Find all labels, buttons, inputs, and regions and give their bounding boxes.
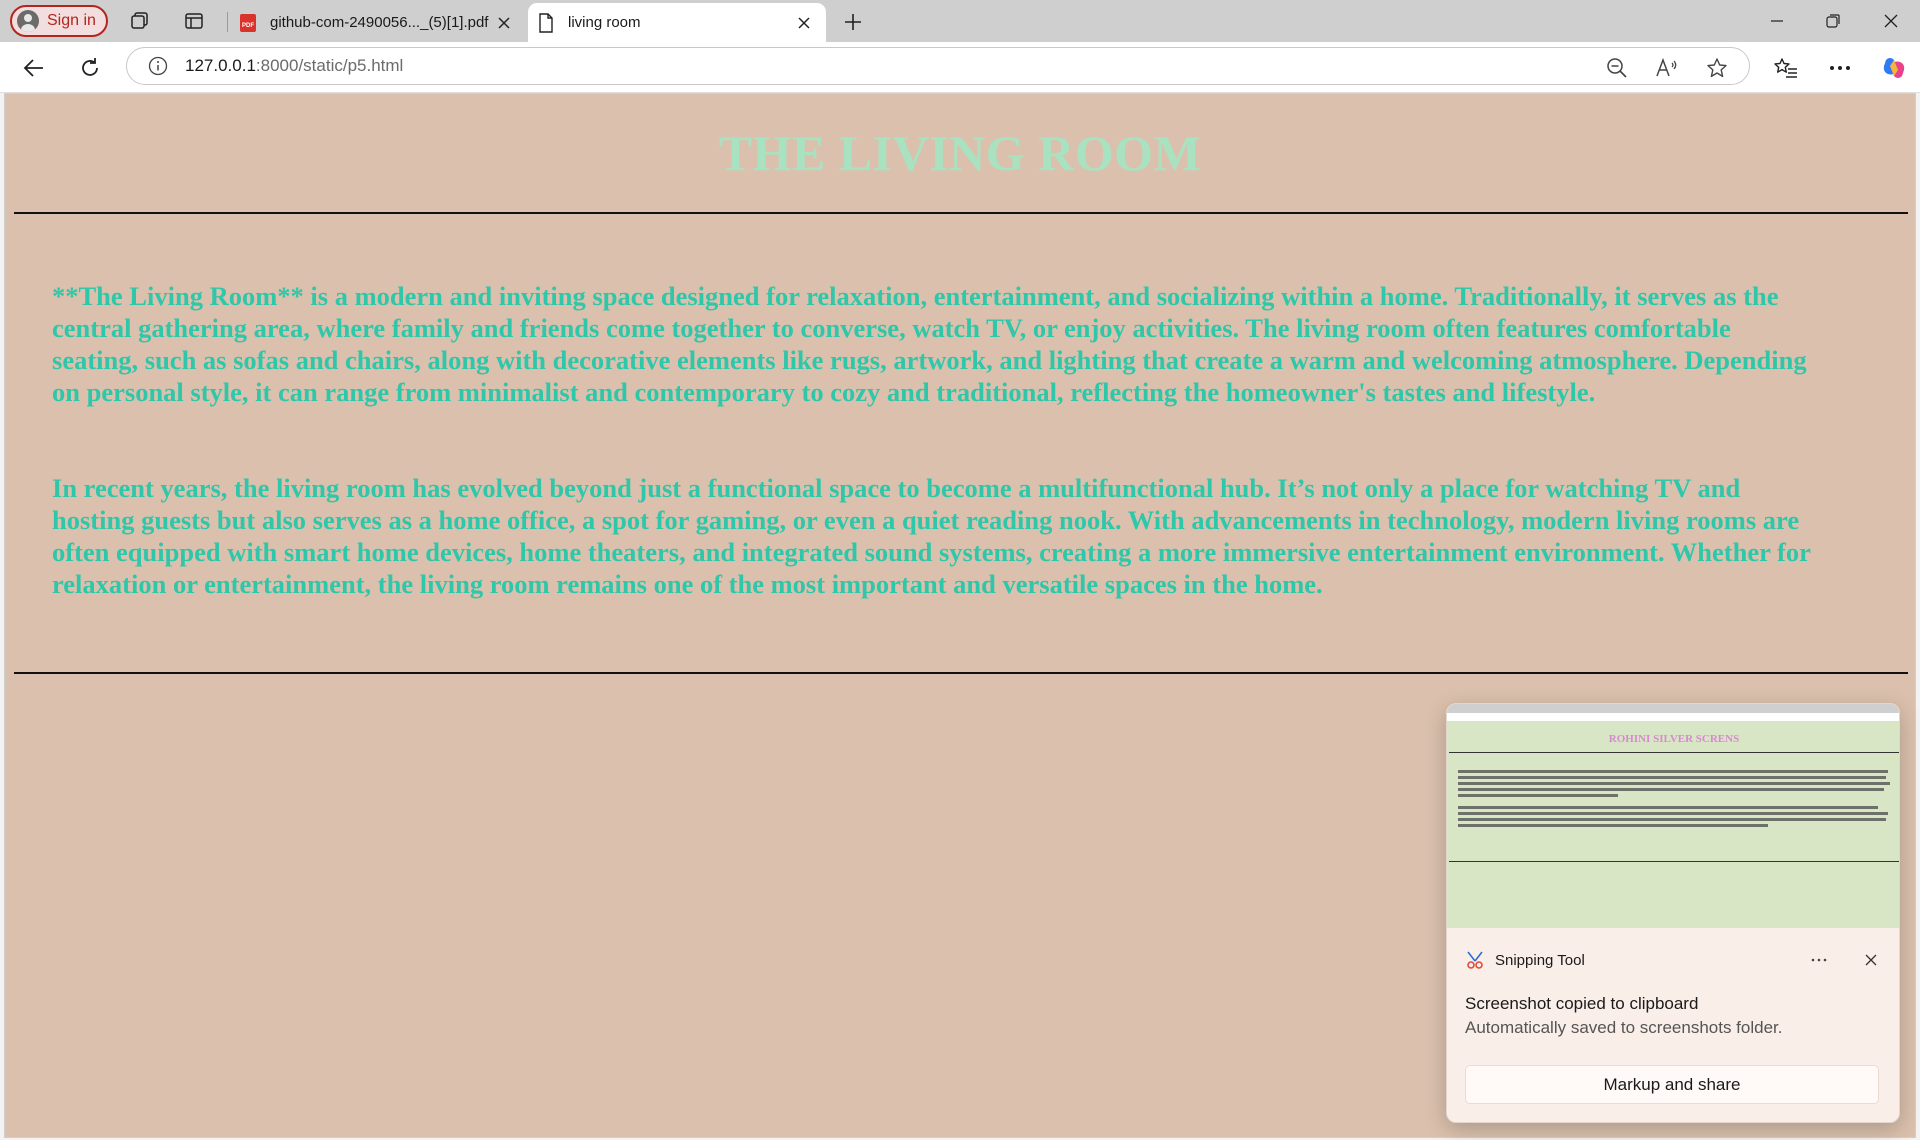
markup-and-share-button[interactable]: Markup and share [1465, 1065, 1879, 1104]
svg-text:PDF: PDF [242, 23, 254, 29]
preview-text-line [1458, 782, 1890, 785]
intro-paragraph: **The Living Room** is a modern and invi… [52, 281, 1807, 407]
toast-close-icon[interactable] [1857, 946, 1885, 974]
tab-living-room[interactable]: living room [528, 3, 826, 42]
url-text: 127.0.0.1:8000/static/p5.html [185, 56, 403, 76]
snipping-tool-notification[interactable]: ROHINI SILVER SCRENS Snipping Tool Scree… [1446, 703, 1900, 1123]
preview-heading: ROHINI SILVER SCRENS [1608, 733, 1740, 745]
tab-title: github-com-2490056..._(5)[1].pdf [270, 14, 489, 31]
restore-icon[interactable] [1810, 6, 1856, 36]
url-path: :8000/static/p5.html [255, 56, 404, 75]
page-document-icon [536, 12, 556, 33]
preview-tab-strip [1447, 704, 1899, 713]
close-window-icon[interactable] [1868, 6, 1914, 36]
tab-actions-icon[interactable] [182, 9, 206, 33]
pdf-file-icon: PDF [238, 13, 258, 33]
toast-header: Snipping Tool [1465, 946, 1585, 974]
profile-avatar-icon [17, 10, 39, 32]
preview-divider [1449, 752, 1899, 753]
workspaces-icon[interactable] [128, 9, 152, 33]
browser-toolbar: 127.0.0.1:8000/static/p5.html [0, 42, 1920, 93]
top-divider [14, 212, 1908, 214]
preview-text-line [1458, 806, 1878, 809]
tab-title: living room [568, 14, 641, 31]
minimize-icon[interactable] [1754, 6, 1800, 36]
preview-text-line [1458, 788, 1884, 791]
favorites-list-icon[interactable] [1770, 52, 1802, 84]
preview-toolbar [1447, 713, 1899, 722]
more-options-icon[interactable] [1824, 52, 1856, 84]
back-arrow-icon[interactable] [18, 52, 50, 84]
screenshot-preview[interactable]: ROHINI SILVER SCRENS [1447, 704, 1899, 928]
toast-title: Screenshot copied to clipboard [1465, 994, 1699, 1013]
sign-in-label: Sign in [47, 12, 96, 29]
url-host: 127.0.0.1 [185, 56, 256, 75]
sign-in-button[interactable]: Sign in [10, 5, 108, 37]
bottom-divider [14, 672, 1908, 674]
refresh-icon[interactable] [74, 52, 106, 84]
toast-subtitle: Automatically saved to screenshots folde… [1465, 1018, 1783, 1037]
preview-text-line [1458, 812, 1888, 815]
preview-text-line [1458, 770, 1888, 773]
tab-strip: Sign in PDF github-com-2490056..._(5)[1]… [0, 0, 1920, 42]
site-info-icon[interactable] [147, 55, 169, 77]
page-heading: THE LIVING ROOM [718, 125, 1202, 181]
copilot-icon[interactable] [1878, 52, 1910, 84]
preview-text-line [1458, 824, 1768, 827]
address-bar[interactable]: 127.0.0.1:8000/static/p5.html [126, 47, 1750, 85]
favorite-star-icon[interactable] [1703, 54, 1731, 82]
second-paragraph: In recent years, the living room has evo… [52, 473, 1811, 599]
tab-divider [227, 12, 228, 32]
close-tab-icon[interactable] [490, 9, 518, 37]
preview-text-line [1458, 818, 1886, 821]
toast-more-options-icon[interactable] [1805, 946, 1833, 974]
zoom-out-icon[interactable] [1603, 54, 1631, 82]
new-tab-icon[interactable] [840, 9, 866, 35]
preview-text-line [1458, 776, 1886, 779]
preview-divider [1449, 861, 1899, 862]
toast-app-name: Snipping Tool [1495, 951, 1585, 969]
tab-pdf[interactable]: PDF github-com-2490056..._(5)[1].pdf [230, 3, 526, 42]
preview-text-line [1458, 794, 1618, 797]
snipping-tool-icon [1467, 951, 1483, 969]
read-aloud-icon[interactable] [1653, 54, 1681, 82]
close-tab-icon[interactable] [790, 9, 818, 37]
